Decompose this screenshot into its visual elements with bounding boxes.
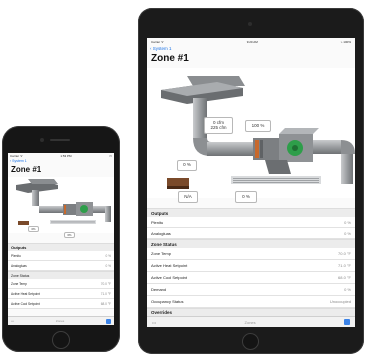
tablet-battery: ⌁ 100% [340, 40, 351, 44]
output-label: Plenitu [151, 219, 164, 225]
tablet-status-row[interactable]: Demand 0 % [147, 284, 355, 296]
phone-status-row[interactable]: Active Cool Setpoint 68.0 °F [8, 299, 114, 309]
output-label: Analogluas [11, 263, 27, 268]
diffuser [50, 220, 96, 224]
tablet-page-title: Zone #1 [151, 53, 189, 64]
phone-status-row[interactable]: Zone Temp 70.0 °F [8, 279, 114, 289]
tablet-vav-diagram [147, 68, 355, 198]
tablet-zone-status-header: Zone Status [147, 239, 355, 248]
tablet-outputs-header: Outputs [147, 208, 355, 217]
tablet-output-row[interactable]: Analogluas 0 % [147, 228, 355, 239]
heating-coil [18, 221, 29, 225]
chevron-left-icon: ‹ [10, 159, 12, 163]
output-value: 0 % [344, 219, 351, 225]
damper-position-badge: 100 % [245, 120, 271, 132]
tablet-camera [248, 22, 252, 26]
status-value: 70.0 °F [100, 281, 111, 286]
status-label: Demand [151, 287, 167, 292]
tablet-home-button[interactable] [242, 333, 259, 350]
tablet-device: Carrier ᯤ 9:20 AM ⌁ 100% ‹ System 1 Zone… [138, 8, 364, 354]
heat-output-badge: 0 % [177, 160, 197, 171]
status-label: Active Heat Setpoint [11, 291, 40, 296]
phone-zones-tab[interactable]: Zones [56, 319, 64, 323]
phone-battery: ▭ [109, 154, 112, 158]
phone-vav-diagram [8, 177, 114, 233]
status-value: 68.0 °F [338, 275, 351, 280]
tablet-time: 9:20 AM [246, 40, 258, 44]
tablet-grid-icon[interactable] [343, 319, 350, 325]
tablet-status-bar: Carrier ᯤ 9:20 AM ⌁ 100% [147, 38, 355, 46]
tablet-zones-tab[interactable]: Zones [245, 320, 256, 325]
fan-icon [80, 205, 88, 213]
phone-back-label: System 1 [12, 159, 27, 163]
phone-more-button[interactable]: ••• [11, 319, 14, 323]
status-label: Active Heat Setpoint [151, 263, 188, 268]
phone-camera [40, 138, 44, 142]
tablet-status-row[interactable]: Occupancy Status Unoccupied [147, 296, 355, 308]
phone-outputs-header: Outputs [8, 243, 114, 251]
status-value: 71.0 °F [100, 291, 111, 296]
status-value: Unoccupied [329, 299, 351, 304]
phone-output-row[interactable]: Analogluas 0 % [8, 261, 114, 271]
output-value: 0 % [105, 263, 112, 268]
status-label: Zone Temp [11, 281, 27, 286]
tablet-output-row[interactable]: Plenitu 0 % [147, 217, 355, 228]
phone-heat-badge: 0% [28, 226, 39, 232]
reheat-output-badge: 0 % [235, 191, 257, 203]
tablet-back-label: System 1 [152, 46, 172, 51]
phone-home-button[interactable] [52, 331, 70, 349]
phone-speaker [50, 139, 70, 141]
output-value: 0 % [344, 230, 351, 236]
tablet-status-row[interactable]: Zone Temp 70.0 °F [147, 248, 355, 260]
status-label: Occupancy Status [151, 299, 184, 304]
tablet-overrides-header: Overrides [147, 308, 355, 316]
status-value: 68.0 °F [100, 301, 111, 306]
phone-grid-icon[interactable] [106, 318, 111, 324]
phone-status-row[interactable]: Active Heat Setpoint 71.0 °F [8, 289, 114, 299]
status-value: 71.0 °F [338, 263, 351, 268]
tablet-status-row[interactable]: Active Cool Setpoint 68.0 °F [147, 272, 355, 284]
status-label: Zone Temp [151, 251, 171, 256]
output-label: Plenitu [11, 253, 21, 258]
tablet-back-button[interactable]: ‹ System 1 [150, 46, 172, 51]
chevron-left-icon: ‹ [150, 46, 152, 51]
tablet-screen: Carrier ᯤ 9:20 AM ⌁ 100% ‹ System 1 Zone… [147, 38, 355, 327]
heating-coil [167, 178, 189, 186]
airflow-readout: 0 cfm 225 cfm [204, 117, 233, 134]
airflow-actual: 225 cfm [210, 124, 227, 130]
status-value: 0 % [344, 287, 351, 292]
phone-page-title: Zone #1 [11, 165, 42, 174]
phone-device: Carrier ᯤ 1:53 PM ▭ ‹ System 1 Zone #1 0… [2, 126, 120, 352]
phone-back-button[interactable]: ‹ System 1 [10, 159, 27, 163]
phone-bottom-toolbar: ••• Zones [8, 316, 114, 325]
status-value: 70.0 °F [338, 251, 351, 256]
phone-carrier: Carrier ᯤ [10, 154, 23, 158]
phone-output-row[interactable]: Plenitu 0 % [8, 251, 114, 261]
status-label: Active Cool Setpoint [11, 301, 40, 306]
output-label: Analogluas [151, 230, 171, 236]
tablet-bottom-toolbar: ••• Zones [147, 316, 355, 327]
tablet-more-button[interactable]: ••• [152, 320, 156, 325]
supply-duct-horizontal [207, 142, 255, 156]
status-label: Active Cool Setpoint [151, 275, 188, 280]
phone-time: 1:53 PM [60, 154, 72, 158]
tablet-carrier: Carrier ᯤ [151, 40, 164, 44]
tablet-status-row[interactable]: Active Heat Setpoint 71.0 °F [147, 260, 355, 272]
phone-screen: Carrier ᯤ 1:53 PM ▭ ‹ System 1 Zone #1 0… [8, 153, 114, 325]
na-badge: N/A [178, 191, 198, 203]
phone-zone-status-header: Zone Status [8, 271, 114, 279]
outlet-duct [313, 140, 341, 154]
phone-reheat-badge: 0% [64, 232, 75, 238]
output-value: 0 % [105, 253, 112, 258]
